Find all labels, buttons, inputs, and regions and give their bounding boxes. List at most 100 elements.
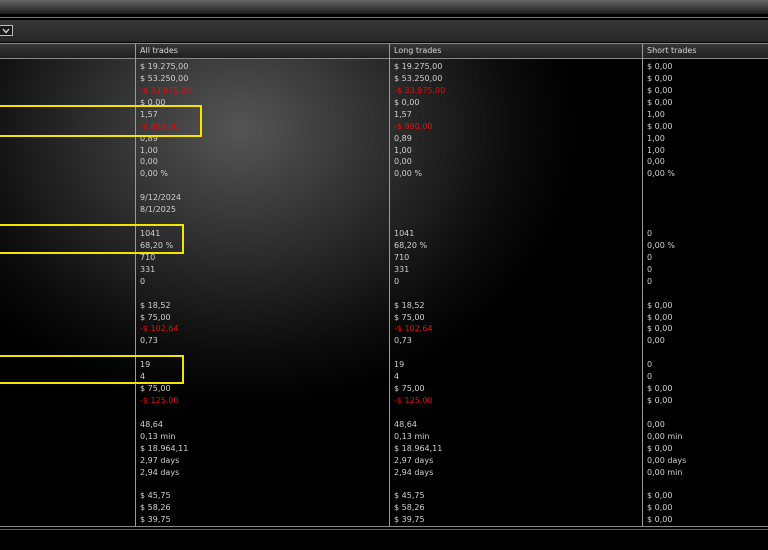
- grid-cell-long[interactable]: 0,00 %: [394, 168, 422, 180]
- grid-cell-all[interactable]: -$ 102,64: [140, 323, 179, 335]
- grid-cell-long[interactable]: 710: [394, 252, 409, 264]
- grid-cell-long[interactable]: -$ 33.975,00: [394, 85, 445, 97]
- grid-cell-short[interactable]: 0: [647, 264, 652, 276]
- grid-cell-short[interactable]: 1,00: [647, 133, 665, 145]
- grid-cell-short[interactable]: $ 0,00: [647, 502, 672, 514]
- grid-cell-long[interactable]: 4: [394, 371, 399, 383]
- grid-cell-long[interactable]: -$ 890,00: [394, 121, 433, 133]
- grid-cell-short[interactable]: $ 0,00: [647, 443, 672, 455]
- grid-cell-all[interactable]: 0,13 min: [140, 431, 175, 443]
- grid-cell-short[interactable]: 0,00 %: [647, 240, 675, 252]
- top-divider: [0, 17, 768, 18]
- grid-cell-short[interactable]: $ 0,00: [647, 85, 672, 97]
- column-divider[interactable]: [642, 44, 643, 526]
- column-divider[interactable]: [389, 44, 390, 526]
- grid-cell-all[interactable]: 9/12/2024: [140, 192, 181, 204]
- grid-cell-all[interactable]: $ 18,52: [140, 300, 171, 312]
- grid-cell-long[interactable]: $ 53.250,00: [394, 73, 442, 85]
- grid-cell-all[interactable]: 331: [140, 264, 155, 276]
- grid-cell-all[interactable]: -$ 125,00: [140, 395, 179, 407]
- highlight-box: [0, 105, 202, 137]
- grid-cell-all[interactable]: 0,73: [140, 335, 158, 347]
- grid-cell-long[interactable]: 0,13 min: [394, 431, 429, 443]
- grid-cell-all[interactable]: -$ 33.975,00: [140, 85, 191, 97]
- grid-cell-long[interactable]: $ 39,75: [394, 514, 425, 526]
- grid-cell-all[interactable]: 1,00: [140, 145, 158, 157]
- grid-cell-all[interactable]: 2,94 days: [140, 467, 179, 479]
- grid-cell-short[interactable]: $ 0,00: [647, 61, 672, 73]
- grid-cell-short[interactable]: 0,00 min: [647, 467, 682, 479]
- grid-cell-all[interactable]: 0,00: [140, 156, 158, 168]
- grid-cell-short[interactable]: $ 0,00: [647, 514, 672, 526]
- grid-cell-short[interactable]: 0,00: [647, 335, 665, 347]
- grid-cell-short[interactable]: 1,00: [647, 109, 665, 121]
- grid-cell-short[interactable]: $ 0,00: [647, 383, 672, 395]
- grid-cell-all[interactable]: $ 75,00: [140, 312, 171, 324]
- grid-cell-short[interactable]: $ 0,00: [647, 395, 672, 407]
- grid-cell-all[interactable]: $ 39,75: [140, 514, 171, 526]
- grid-cell-long[interactable]: 68,20 %: [394, 240, 427, 252]
- chevron-down-icon: [2, 28, 10, 33]
- grid-cell-all[interactable]: $ 45,75: [140, 490, 171, 502]
- column-header-short-trades[interactable]: Short trades: [647, 46, 697, 55]
- grid-cell-short[interactable]: $ 0,00: [647, 323, 672, 335]
- grid-cell-long[interactable]: 0,89: [394, 133, 412, 145]
- grid-cell-short[interactable]: 0,00 min: [647, 431, 682, 443]
- grid-cell-short[interactable]: 0: [647, 252, 652, 264]
- grid-cell-long[interactable]: $ 19.275,00: [394, 61, 442, 73]
- grid-cell-short[interactable]: $ 0,00: [647, 490, 672, 502]
- toolbar: [0, 20, 768, 42]
- grid-cell-short[interactable]: 0,00 days: [647, 455, 686, 467]
- grid-cell-all[interactable]: 2,97 days: [140, 455, 179, 467]
- grid-cell-long[interactable]: 331: [394, 264, 409, 276]
- grid-cell-short[interactable]: $ 0,00: [647, 121, 672, 133]
- grid-cell-short[interactable]: 0: [647, 276, 652, 288]
- grid-cell-long[interactable]: 1041: [394, 228, 414, 240]
- grid-cell-long[interactable]: 19: [394, 359, 404, 371]
- grid-cell-long[interactable]: $ 18.964,11: [394, 443, 442, 455]
- grid-cell-all[interactable]: $ 19.275,00: [140, 61, 188, 73]
- grid-cell-all[interactable]: 0,00 %: [140, 168, 168, 180]
- grid-cell-long[interactable]: $ 75,00: [394, 383, 425, 395]
- grid-cell-all[interactable]: 48,64: [140, 419, 163, 431]
- grid-cell-long[interactable]: 2,94 days: [394, 467, 433, 479]
- grid-cell-long[interactable]: $ 45,75: [394, 490, 425, 502]
- grid-cell-short[interactable]: $ 0,00: [647, 300, 672, 312]
- grid-cell-long[interactable]: 0,73: [394, 335, 412, 347]
- column-header-long-trades[interactable]: Long trades: [394, 46, 441, 55]
- grid-cell-short[interactable]: 1,00: [647, 145, 665, 157]
- grid-cell-long[interactable]: $ 75,00: [394, 312, 425, 324]
- grid-cell-all[interactable]: $ 75,00: [140, 383, 171, 395]
- grid-cell-all[interactable]: $ 58,26: [140, 502, 171, 514]
- grid-cell-long[interactable]: $ 0,00: [394, 97, 419, 109]
- grid-cell-long[interactable]: 1,00: [394, 145, 412, 157]
- dropdown-toggle[interactable]: [0, 25, 13, 36]
- grid-cell-short[interactable]: 0,00: [647, 156, 665, 168]
- grid-cell-long[interactable]: -$ 102,64: [394, 323, 433, 335]
- grid-cell-all[interactable]: 8/1/2025: [140, 204, 176, 216]
- column-header-all-trades[interactable]: All trades: [140, 46, 178, 55]
- grid-cell-long[interactable]: 48,64: [394, 419, 417, 431]
- highlight-box: [0, 355, 184, 384]
- grid-cell-long[interactable]: 0,00: [394, 156, 412, 168]
- grid-cell-short[interactable]: 0: [647, 359, 652, 371]
- grid-cell-long[interactable]: 0: [394, 276, 399, 288]
- grid-cell-short[interactable]: 0,00 %: [647, 168, 675, 180]
- grid-cell-short[interactable]: $ 0,00: [647, 312, 672, 324]
- grid-cell-short[interactable]: 0: [647, 228, 652, 240]
- grid-cell-all[interactable]: $ 53.250,00: [140, 73, 188, 85]
- grid-cell-long[interactable]: 2,97 days: [394, 455, 433, 467]
- grid-cell-long[interactable]: -$ 125,00: [394, 395, 433, 407]
- grid-cell-short[interactable]: $ 0,00: [647, 97, 672, 109]
- grid-cell-all[interactable]: 0: [140, 276, 145, 288]
- grid-cell-long[interactable]: $ 58,26: [394, 502, 425, 514]
- grid-cell-all[interactable]: $ 18.964,11: [140, 443, 188, 455]
- grid-cell-long[interactable]: 1,57: [394, 109, 412, 121]
- grid-cell-short[interactable]: 0,00: [647, 419, 665, 431]
- highlight-box: [0, 224, 184, 254]
- window-top-bar: [0, 0, 768, 14]
- grid-cell-short[interactable]: $ 0,00: [647, 73, 672, 85]
- bottom-divider: [0, 526, 768, 527]
- grid-cell-short[interactable]: 0: [647, 371, 652, 383]
- grid-cell-long[interactable]: $ 18,52: [394, 300, 425, 312]
